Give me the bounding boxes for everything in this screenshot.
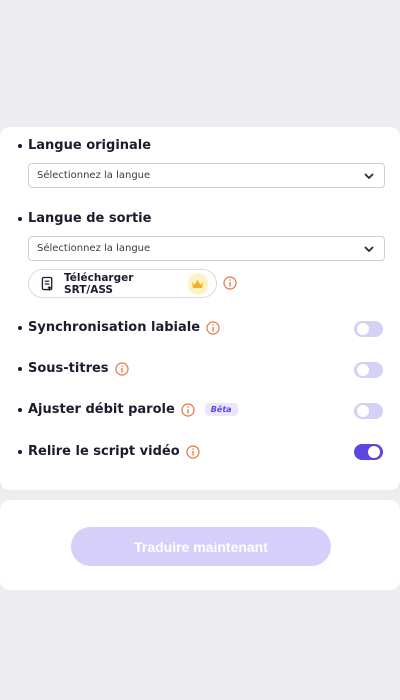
option-subtitles: Sous-titres [18, 361, 129, 376]
original-language-placeholder: Sélectionnez la langue [37, 170, 151, 181]
original-language-label: Langue originale [28, 138, 152, 153]
option-lip-sync: Synchronisation labiale [18, 320, 220, 335]
chevron-down-icon [364, 246, 374, 252]
bullet [18, 407, 22, 412]
lip-sync-toggle[interactable] [354, 321, 383, 337]
review-script-toggle[interactable] [354, 444, 383, 460]
bullet [18, 216, 22, 221]
bullet [18, 325, 22, 330]
output-language-select[interactable]: Sélectionnez la langue [28, 236, 385, 261]
speech-rate-toggle[interactable] [354, 403, 383, 419]
download-srt-label: Télécharger SRT/ASS [64, 271, 134, 296]
original-language-heading: Langue originale [18, 138, 151, 153]
option-review-script: Relire le script vidéo [18, 444, 200, 459]
info-icon[interactable] [114, 361, 129, 376]
bullet [18, 366, 22, 371]
original-language-select[interactable]: Sélectionnez la langue [28, 163, 385, 188]
option-label: Sous-titres [28, 361, 109, 376]
crown-icon [187, 272, 208, 295]
chevron-down-icon [364, 173, 374, 179]
bullet [18, 449, 22, 454]
info-icon[interactable] [223, 276, 237, 290]
option-label: Ajuster débit parole [28, 402, 175, 417]
option-label: Synchronisation labiale [28, 320, 201, 335]
bullet [18, 143, 22, 148]
info-icon[interactable] [206, 320, 220, 335]
toggle-knob [368, 446, 380, 458]
info-icon[interactable] [186, 444, 200, 459]
toggle-knob [357, 323, 369, 335]
output-language-label: Langue de sortie [28, 211, 152, 226]
download-srt-button[interactable]: Télécharger SRT/ASS [28, 269, 217, 298]
beta-badge: Bêta [204, 403, 238, 416]
toggle-knob [357, 364, 369, 376]
option-speech-rate: Ajuster débit parole Bêta [18, 402, 238, 417]
document-upload-icon [41, 276, 53, 291]
output-language-heading: Langue de sortie [18, 211, 151, 226]
toggle-knob [357, 405, 369, 417]
output-language-placeholder: Sélectionnez la langue [37, 243, 151, 254]
info-icon[interactable] [181, 402, 195, 417]
translate-now-button[interactable]: Traduire maintenant [71, 527, 331, 566]
option-label: Relire le script vidéo [28, 444, 180, 459]
subtitles-toggle[interactable] [354, 362, 383, 378]
